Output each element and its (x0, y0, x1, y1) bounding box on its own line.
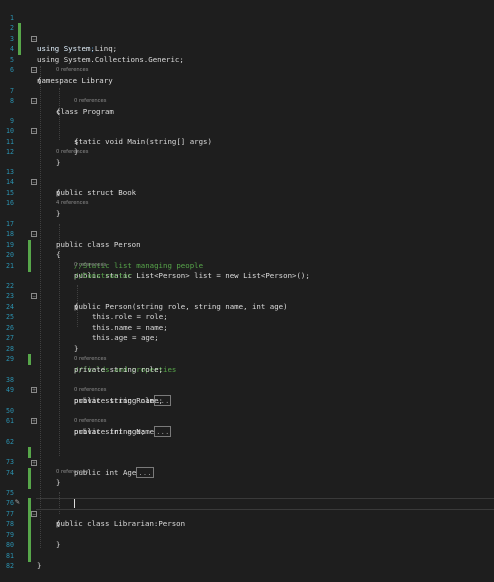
code-line: 12 } (0, 137, 494, 167)
line-number: 62 (6, 437, 14, 446)
code-line: 5 − namespace Library (0, 44, 494, 85)
code-line: 1 − using System; (0, 2, 494, 54)
code-editor[interactable]: ✎ 1 − using System; 2 using System.Linq;… (0, 0, 494, 580)
code-line: 13 − public struct Book (0, 156, 494, 197)
code-line: 9 − static void Main(string[] args) (0, 105, 494, 146)
code-line: 24 this.role = role; (0, 291, 494, 322)
reference-count[interactable]: 0 references (74, 98, 106, 104)
code-line: 38 + public string Role... (0, 364, 494, 406)
code-line: 75 − public class Librarian:Person (0, 477, 494, 529)
code-line: 11 } (0, 126, 494, 157)
code-line: 19 //Static list managing people (0, 229, 494, 270)
line-number: 49 (6, 386, 14, 394)
code-line: 22 − public Person(string role, string n… (0, 270, 494, 311)
line-number: 6 (10, 66, 14, 74)
reference-count[interactable]: 0 references (56, 67, 88, 73)
reference-count[interactable]: 0 references (74, 387, 106, 393)
line-number: 61 (6, 417, 14, 425)
expand-toggle[interactable]: + (31, 387, 37, 394)
code-line: 25 this.name = name; (0, 302, 494, 332)
code-line: 49 private string name; (0, 375, 494, 405)
code-line: 81 } (0, 540, 494, 571)
code-line: 6 { (0, 55, 494, 85)
code-line: 82 (0, 551, 494, 570)
code-line: 29 private string role; (0, 344, 494, 374)
expand-toggle[interactable]: + (31, 418, 37, 425)
code-line: 50 + public string Name... (0, 395, 494, 437)
code-line: 23 { (0, 281, 494, 311)
line-number: 82 (6, 562, 14, 570)
code-line: 18 { (0, 219, 494, 259)
code-line: 7 − class Program (0, 75, 494, 116)
code-line: 17 − public class Person (0, 208, 494, 249)
code-line: 74 (0, 457, 494, 489)
code-line: 10 { (0, 116, 494, 146)
reference-count[interactable]: 0 references (56, 149, 88, 155)
code-line: 79 (0, 519, 494, 551)
fold-toggle[interactable]: − (31, 98, 37, 105)
code-line: 2 using System.Linq; (0, 13, 494, 53)
code-line: 21 //Constructor (0, 250, 494, 281)
code-line: 28 //fields and properties (0, 333, 494, 374)
code-line: 14 { (0, 167, 494, 197)
code-line: 8 { (0, 86, 494, 116)
code-line: 76 { (0, 488, 494, 528)
line-number: 29 (6, 355, 14, 363)
code-line: 16 } (0, 188, 494, 218)
reference-count[interactable]: 0 references (74, 262, 106, 268)
code-text: } (37, 561, 42, 570)
code-line: 27 } (0, 323, 494, 353)
code-line: 77 (0, 498, 494, 530)
code-line: 15 (0, 177, 494, 197)
code-line: 80 (0, 530, 494, 562)
code-line: 62 + public int Age... (0, 426, 494, 478)
code-line: 78 } (0, 509, 494, 549)
reference-count[interactable]: 0 references (74, 356, 106, 362)
code-line: 4 (0, 34, 494, 53)
code-line: 20 public static List<Person> list = new… (0, 240, 494, 280)
reference-count[interactable]: 4 references (56, 200, 88, 206)
reference-count[interactable]: 0 references (74, 418, 106, 424)
code-line: 73 } (0, 447, 494, 487)
code-line: 3 using System.Collections.Generic; (0, 23, 494, 64)
line-number: 16 (6, 199, 14, 207)
code-line: 61 private int age; (0, 406, 494, 436)
fold-toggle[interactable]: − (31, 67, 37, 74)
reference-count[interactable]: 0 references (56, 469, 88, 475)
code-line: 26 this.age = age; (0, 312, 494, 343)
